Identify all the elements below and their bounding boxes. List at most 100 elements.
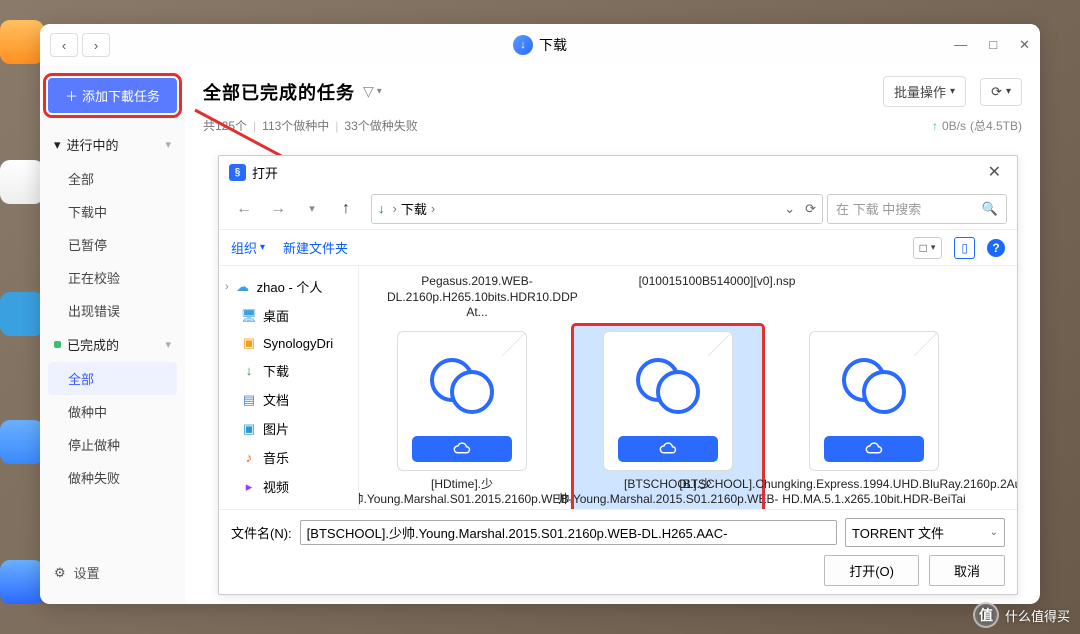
place-item[interactable]: ▣ 图片 [223, 414, 354, 443]
group-completed[interactable]: 已完成的 ▾ [48, 327, 177, 362]
place-item[interactable]: ›☁zhao - 个人 [223, 272, 354, 301]
cloud-icon [412, 436, 512, 462]
places-sidebar: ›☁zhao - 个人🖥桌面▣SynologyDri↓下载▤文档▣图片♪音乐▸视… [219, 266, 359, 509]
sidebar-item-verifying[interactable]: 正在校验 [48, 261, 177, 294]
view-mode-button[interactable]: □ ▾ [913, 237, 943, 259]
place-item[interactable]: ▸视频 [223, 472, 354, 501]
place-label: 文档 [263, 390, 289, 409]
file-open-dialog: § 打开 ✕ ← → ▾ ↑ ↓ › 下载 › ⌄ ⟳ 在 下载 中搜索 🔍 组… [218, 155, 1018, 595]
filter-button[interactable]: ▽▾ [363, 83, 382, 100]
status-dot-icon [54, 341, 61, 348]
total-size: (总4.5TB) [970, 117, 1022, 134]
group-in-progress[interactable]: ▾ 进行中的 ▾ [48, 127, 177, 162]
nav-back-button[interactable]: ‹ [50, 33, 78, 57]
cloud-icon [824, 436, 924, 462]
filename-label: 文件名(N): [231, 523, 292, 542]
nav-forward-button[interactable]: → [263, 195, 293, 223]
file-thumb [603, 331, 733, 471]
place-label: 桌面 [263, 306, 289, 325]
place-item[interactable]: 🖥 桌面 [223, 301, 354, 330]
place-icon: 🖥 [241, 308, 257, 324]
breadcrumb-segment[interactable]: 下载 [401, 199, 427, 218]
file-item[interactable]: Pegasus.2019.WEB-DL.2160p.H265.10bits.HD… [387, 274, 567, 321]
minimize-button[interactable]: — [950, 35, 971, 55]
cancel-button[interactable]: 取消 [929, 555, 1005, 586]
add-task-button[interactable]: ＋ 添加下載任务 [48, 78, 177, 113]
history-dropdown[interactable]: ▾ [297, 195, 327, 223]
speed-limit-button[interactable]: ⟳ ▾ [980, 78, 1022, 106]
desktop-icon[interactable] [0, 20, 44, 64]
filetype-select[interactable]: TORRENT 文件 ⌄ [845, 518, 1005, 547]
search-input[interactable]: 在 下载 中搜索 🔍 [827, 194, 1007, 224]
sidebar-item-downloading[interactable]: 下载中 [48, 195, 177, 228]
file-label: [BTSCHOOL].Chungking.Express.1994.UHD.Bl… [679, 477, 1017, 508]
titlebar: ‹ › 下载 — □ ✕ [40, 24, 1040, 66]
cloud-icon [618, 436, 718, 462]
settings-button[interactable]: ⚙ 设置 [48, 553, 177, 592]
place-icon: ☁ [235, 279, 251, 295]
dialog-action-toolbar: 组织 ▾ 新建文件夹 □ ▾ ▯ ? [219, 230, 1017, 266]
chevron-down-icon: ▾ [1006, 86, 1011, 97]
chevron-down-icon: ⌄ [990, 527, 998, 538]
plus-icon: ＋ [65, 86, 78, 105]
window-title: 下载 [539, 35, 567, 55]
watermark: 值 什么值得买 [973, 602, 1070, 628]
dialog-nav-toolbar: ← → ▾ ↑ ↓ › 下载 › ⌄ ⟳ 在 下载 中搜索 🔍 [219, 188, 1017, 230]
gear-icon: ⚙ [54, 565, 66, 581]
desktop-icon[interactable] [0, 560, 44, 604]
close-button[interactable]: ✕ [1015, 35, 1034, 55]
organize-button[interactable]: 组织 ▾ [231, 238, 265, 257]
refresh-button[interactable]: ⟳ [805, 201, 816, 217]
file-item[interactable]: [010015100B514000][v0].nsp [627, 274, 807, 321]
nav-up-button[interactable]: ↑ [331, 195, 361, 223]
breadcrumb-bar[interactable]: ↓ › 下载 › ⌄ ⟳ [371, 194, 823, 224]
dialog-close-button[interactable]: ✕ [982, 160, 1007, 184]
place-item[interactable]: ▣SynologyDri [223, 330, 354, 356]
place-item[interactable]: ▤文档 [223, 385, 354, 414]
app-icon [513, 35, 533, 55]
place-label: 图片 [263, 419, 289, 438]
sidebar-item-completed-all[interactable]: 全部 [48, 362, 177, 395]
filename-input[interactable] [300, 520, 837, 545]
chevron-down-icon[interactable]: ⌄ [784, 201, 795, 217]
sidebar-item-all[interactable]: 全部 [48, 162, 177, 195]
maximize-button[interactable]: □ [985, 35, 1001, 55]
sidebar: ＋ 添加下載任务 ▾ 进行中的 ▾ 全部 下载中 已暂停 正在校验 出现错误 已… [40, 66, 185, 604]
settings-label: 设置 [74, 563, 100, 582]
sidebar-item-error[interactable]: 出现错误 [48, 294, 177, 327]
search-placeholder: 在 下载 中搜索 [836, 199, 921, 218]
sidebar-item-paused[interactable]: 已暂停 [48, 228, 177, 261]
nav-forward-button[interactable]: › [82, 33, 110, 57]
chevron-icon: ▾ [165, 338, 171, 351]
desktop-icon[interactable] [0, 292, 44, 336]
batch-label: 批量操作 [894, 82, 946, 101]
desktop-icon[interactable] [0, 160, 44, 204]
file-tile[interactable]: [BTSCHOOL].Chungking.Express.1994.UHD.Bl… [779, 325, 969, 509]
dialog-title: 打开 [252, 163, 278, 182]
open-button[interactable]: 打开(O) [824, 555, 919, 586]
sidebar-item-stop-seeding[interactable]: 停止做种 [48, 428, 177, 461]
place-item[interactable]: ↓下载 [223, 356, 354, 385]
place-item[interactable]: ♪音乐 [223, 443, 354, 472]
file-tile[interactable]: [HDtime].少帅.Young.Marshal.S01.2015.2160p… [367, 325, 557, 509]
sidebar-item-seed-failed[interactable]: 做种失败 [48, 461, 177, 494]
add-task-label: 添加下載任务 [82, 86, 160, 105]
preview-pane-button[interactable]: ▯ [954, 237, 975, 259]
stat-total: 共125个 [203, 117, 247, 134]
place-icon: ▣ [241, 421, 257, 437]
sidebar-item-seeding[interactable]: 做种中 [48, 395, 177, 428]
search-icon: 🔍 [982, 201, 998, 217]
file-list-area: Pegasus.2019.WEB-DL.2160p.H265.10bits.HD… [359, 266, 1017, 509]
new-folder-button[interactable]: 新建文件夹 [283, 238, 348, 257]
place-label: zhao - 个人 [257, 277, 323, 296]
help-button[interactable]: ? [987, 239, 1005, 257]
page-title: 全部已完成的任务 [203, 79, 355, 105]
gauge-icon: ⟳ [991, 84, 1002, 100]
dialog-icon: § [229, 164, 246, 181]
chevron-icon: ▾ [165, 138, 171, 151]
place-icon: ↓ [241, 363, 257, 379]
desktop-icon[interactable] [0, 420, 44, 464]
place-icon: ♪ [241, 450, 257, 466]
nav-back-button[interactable]: ← [229, 195, 259, 223]
batch-operation-button[interactable]: 批量操作 ▾ [883, 76, 966, 107]
